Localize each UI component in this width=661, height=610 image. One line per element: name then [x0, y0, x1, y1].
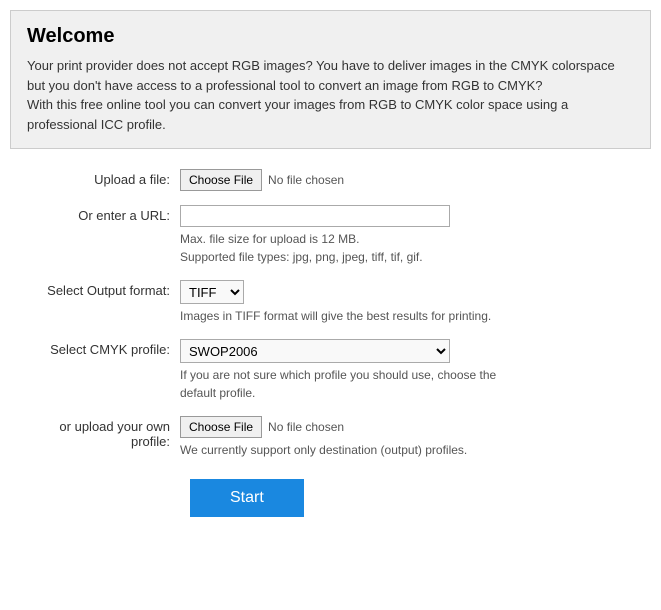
- url-content: Max. file size for upload is 12 MB. Supp…: [180, 205, 641, 266]
- upload-file-wrapper: Choose File No file chosen: [180, 169, 641, 191]
- output-hint: Images in TIFF format will give the best…: [180, 307, 641, 325]
- form-area: Upload a file: Choose File No file chose…: [10, 169, 651, 517]
- cmyk-profile-row: Select CMYK profile: SWOP2006 ISO Coated…: [20, 339, 641, 402]
- url-hint: Max. file size for upload is 12 MB. Supp…: [180, 230, 641, 266]
- output-format-row: Select Output format: TIFF JPEG PNG Imag…: [20, 280, 641, 325]
- upload-choose-file-button[interactable]: Choose File: [180, 169, 262, 191]
- cmyk-hint: If you are not sure which profile you sh…: [180, 366, 641, 402]
- url-hint-line2: Supported file types: jpg, png, jpeg, ti…: [180, 248, 641, 266]
- cmyk-profile-select[interactable]: SWOP2006 ISO Coated v2 ISO Uncoated Fogr…: [180, 339, 450, 363]
- own-profile-no-file-text: No file chosen: [268, 420, 344, 434]
- start-button[interactable]: Start: [190, 479, 304, 517]
- output-format-label: Select Output format:: [20, 280, 180, 298]
- cmyk-profile-label: Select CMYK profile:: [20, 339, 180, 357]
- output-format-select[interactable]: TIFF JPEG PNG: [180, 280, 244, 304]
- start-row: Start: [20, 473, 641, 517]
- own-profile-label: or upload your ownprofile:: [20, 416, 180, 449]
- own-profile-content: Choose File No file chosen We currently …: [180, 416, 641, 459]
- upload-file-row: Upload a file: Choose File No file chose…: [20, 169, 641, 191]
- own-profile-file-wrapper: Choose File No file chosen: [180, 416, 641, 438]
- url-input[interactable]: [180, 205, 450, 227]
- url-hint-line1: Max. file size for upload is 12 MB.: [180, 230, 641, 248]
- own-profile-choose-file-button[interactable]: Choose File: [180, 416, 262, 438]
- upload-content: Choose File No file chosen: [180, 169, 641, 191]
- welcome-title: Welcome: [27, 25, 634, 48]
- url-row: Or enter a URL: Max. file size for uploa…: [20, 205, 641, 266]
- welcome-section: Welcome Your print provider does not acc…: [10, 10, 651, 149]
- welcome-description: Your print provider does not accept RGB …: [27, 56, 634, 134]
- upload-label: Upload a file:: [20, 169, 180, 187]
- upload-no-file-text: No file chosen: [268, 173, 344, 187]
- output-format-content: TIFF JPEG PNG Images in TIFF format will…: [180, 280, 641, 325]
- cmyk-hint-line2: default profile.: [180, 384, 641, 402]
- own-profile-row: or upload your ownprofile: Choose File N…: [20, 416, 641, 459]
- url-label: Or enter a URL:: [20, 205, 180, 223]
- cmyk-profile-content: SWOP2006 ISO Coated v2 ISO Uncoated Fogr…: [180, 339, 641, 402]
- own-profile-hint: We currently support only destination (o…: [180, 441, 641, 459]
- cmyk-hint-line1: If you are not sure which profile you sh…: [180, 366, 641, 384]
